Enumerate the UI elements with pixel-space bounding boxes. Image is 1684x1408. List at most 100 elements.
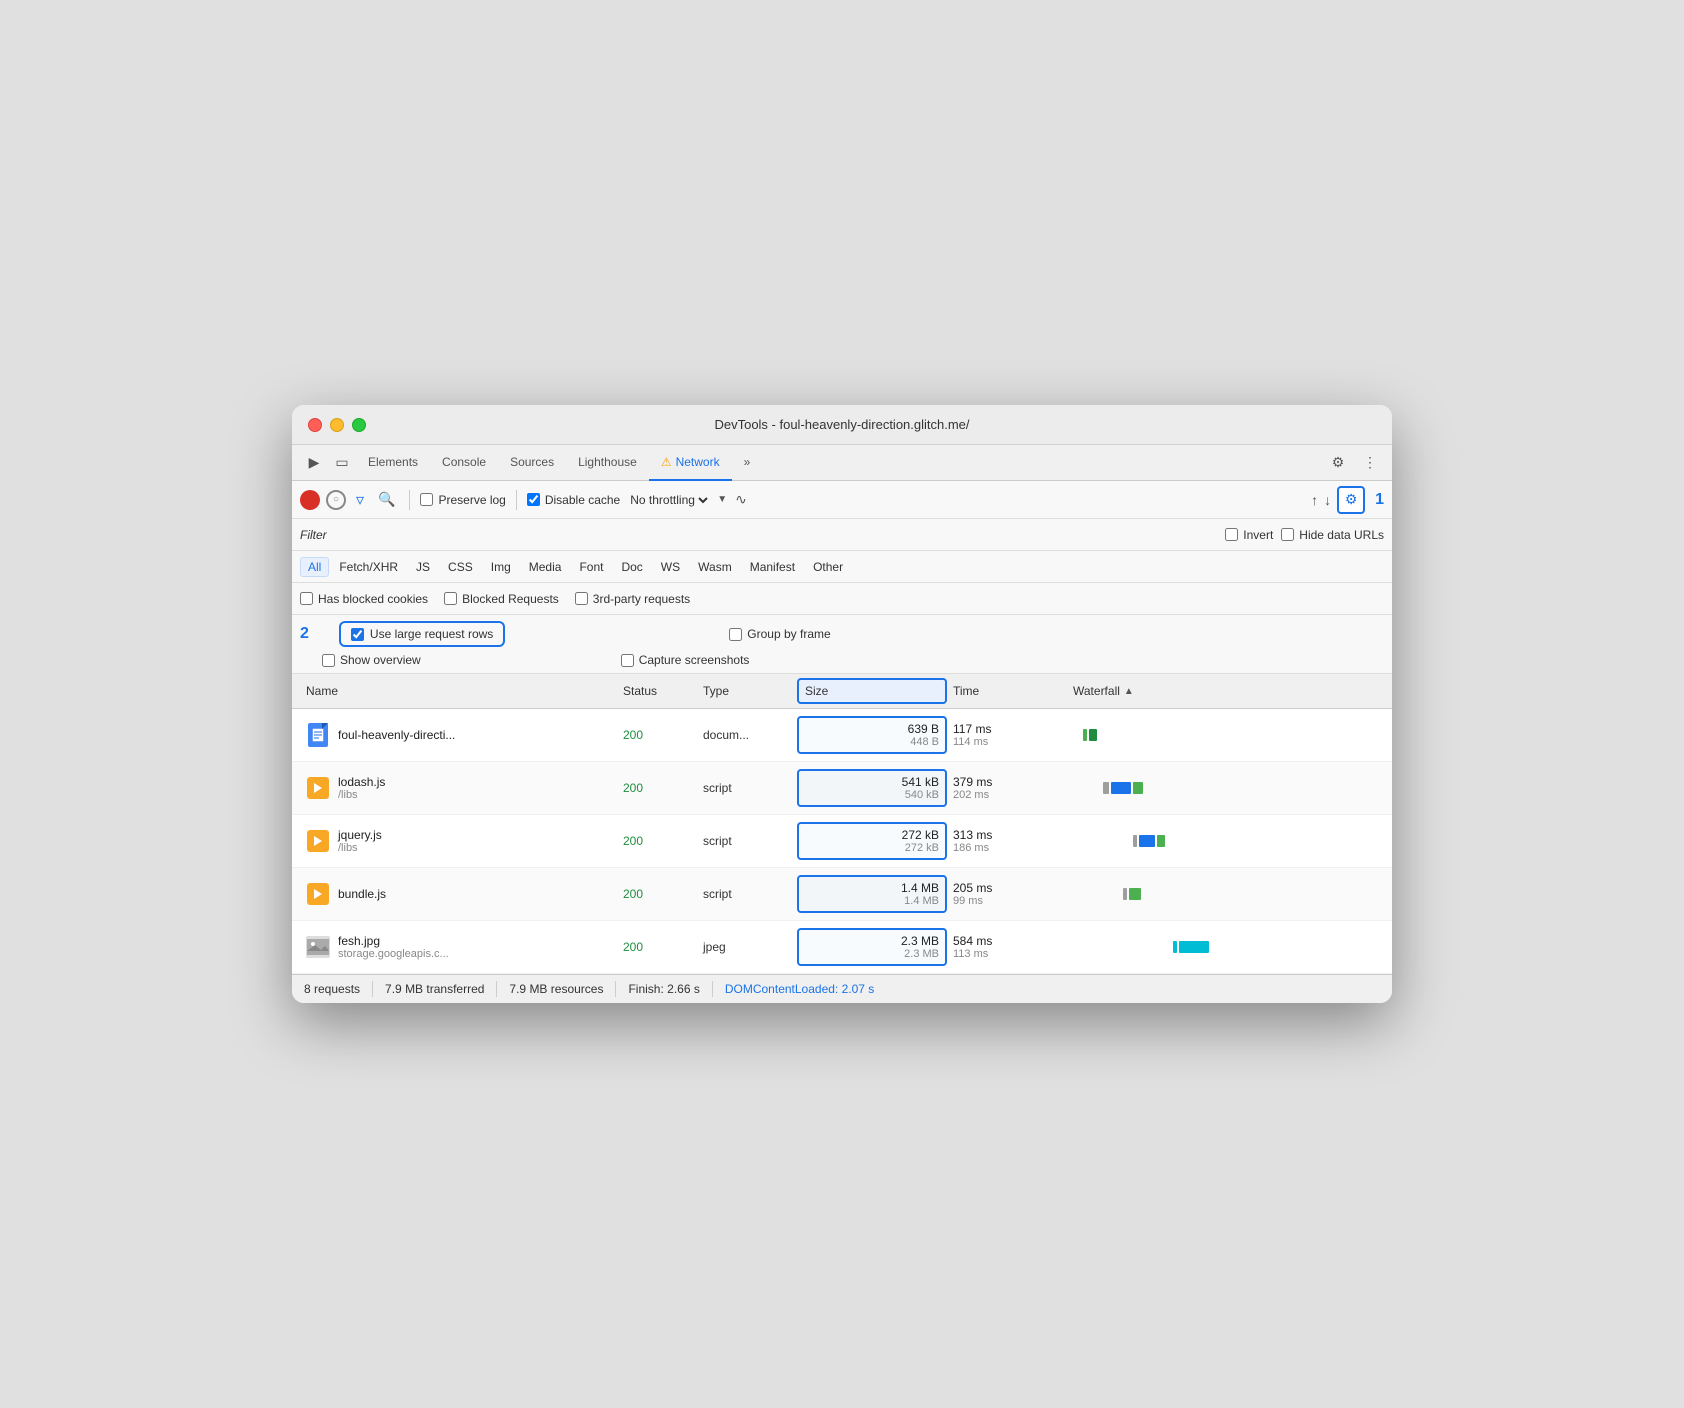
hide-data-urls-label[interactable]: Hide data URLs (1281, 528, 1384, 542)
close-button[interactable] (308, 418, 322, 432)
network-settings-button[interactable]: ⚙ (1337, 486, 1365, 514)
td-type: jpeg (697, 936, 797, 958)
cursor-icon[interactable]: ▶ (300, 449, 328, 477)
status-value: 200 (623, 728, 643, 742)
name-secondary: /libs (338, 842, 382, 854)
status-value: 200 (623, 834, 643, 848)
device-icon[interactable]: ▭ (328, 449, 356, 477)
td-waterfall (1067, 815, 1384, 867)
type-filter-other[interactable]: Other (805, 557, 851, 577)
type-filter-media[interactable]: Media (521, 557, 570, 577)
size-sub: 2.3 MB (904, 948, 939, 960)
size-lines: 272 kB 272 kB (805, 828, 939, 854)
use-large-rows-checkbox[interactable] (351, 628, 364, 641)
disable-cache-checkbox[interactable] (527, 493, 540, 506)
th-size[interactable]: Size (797, 678, 947, 704)
th-waterfall[interactable]: Waterfall ▲ (1067, 678, 1384, 704)
type-filter-manifest[interactable]: Manifest (742, 557, 803, 577)
tab-sources[interactable]: Sources (498, 445, 566, 481)
has-blocked-cookies-label[interactable]: Has blocked cookies (300, 592, 428, 606)
cookie-filters-bar: Has blocked cookies Blocked Requests 3rd… (292, 583, 1392, 615)
tab-more[interactable]: » (732, 445, 763, 481)
preserve-log-checkbox[interactable] (420, 493, 433, 506)
type-filter-all[interactable]: All (300, 557, 329, 577)
group-by-frame-label[interactable]: Group by frame (729, 627, 830, 641)
upload-icon[interactable]: ↑ (1311, 492, 1318, 508)
invert-label[interactable]: Invert (1225, 528, 1273, 542)
type-filter-css[interactable]: CSS (440, 557, 481, 577)
status-footer: 8 requests 7.9 MB transferred 7.9 MB res… (292, 974, 1392, 1003)
th-name[interactable]: Name (300, 678, 617, 704)
td-status: 200 (617, 830, 697, 852)
third-party-label[interactable]: 3rd-party requests (575, 592, 690, 606)
use-large-rows-label[interactable]: Use large request rows (339, 621, 505, 647)
invert-checkbox[interactable] (1225, 528, 1238, 541)
devtools-settings-icon[interactable]: ⚙ (1324, 449, 1352, 477)
name-primary: fesh.jpg (338, 934, 449, 948)
type-filter-ws[interactable]: WS (653, 557, 688, 577)
capture-screenshots-checkbox[interactable] (621, 654, 634, 667)
time-lines: 205 ms 99 ms (953, 881, 1061, 907)
name-primary: jquery.js (338, 828, 382, 842)
tab-lighthouse[interactable]: Lighthouse (566, 445, 649, 481)
th-status[interactable]: Status (617, 678, 697, 704)
record-button[interactable] (300, 490, 320, 510)
table-row[interactable]: lodash.js /libs 200 script 541 kB 540 kB… (292, 762, 1392, 815)
throttle-select[interactable]: No throttling (626, 492, 711, 508)
size-sub: 448 B (910, 736, 939, 748)
preserve-log-label[interactable]: Preserve log (420, 493, 505, 507)
sort-arrow-icon: ▲ (1124, 686, 1134, 697)
type-filter-doc[interactable]: Doc (613, 557, 650, 577)
maximize-button[interactable] (352, 418, 366, 432)
footer-finish: Finish: 2.66 s (628, 982, 699, 996)
tab-elements[interactable]: Elements (356, 445, 430, 481)
time-main: 313 ms (953, 828, 1061, 842)
td-size: 541 kB 540 kB (797, 769, 947, 807)
table-row[interactable]: foul-heavenly-directi... 200 docum... 63… (292, 709, 1392, 762)
type-filter-font[interactable]: Font (571, 557, 611, 577)
settings-panel: 2 Use large request rows Group by frame … (292, 615, 1392, 674)
tab-network[interactable]: ⚠ Network (649, 445, 732, 481)
file-icon (306, 723, 330, 747)
group-by-frame-checkbox[interactable] (729, 628, 742, 641)
blocked-requests-label[interactable]: Blocked Requests (444, 592, 559, 606)
td-status: 200 (617, 883, 697, 905)
name-text: fesh.jpg storage.googleapis.c... (338, 934, 449, 960)
name-primary: foul-heavenly-directi... (338, 728, 455, 742)
has-blocked-cookies-checkbox[interactable] (300, 592, 313, 605)
show-overview-label[interactable]: Show overview (322, 653, 421, 667)
footer-resources: 7.9 MB resources (509, 982, 603, 996)
show-overview-checkbox[interactable] (322, 654, 335, 667)
devtools-more-icon[interactable]: ⋮ (1356, 449, 1384, 477)
type-filter-fetch/xhr[interactable]: Fetch/XHR (331, 557, 406, 577)
table-row[interactable]: jquery.js /libs 200 script 272 kB 272 kB… (292, 815, 1392, 868)
time-lines: 117 ms 114 ms (953, 722, 1061, 748)
blocked-requests-checkbox[interactable] (444, 592, 457, 605)
table-row[interactable]: bundle.js 200 script 1.4 MB 1.4 MB 205 m… (292, 868, 1392, 921)
tab-console[interactable]: Console (430, 445, 498, 481)
size-lines: 639 B 448 B (805, 722, 939, 748)
badge-1: 1 (1375, 491, 1384, 509)
disable-cache-label[interactable]: Disable cache (527, 493, 620, 507)
td-name: foul-heavenly-directi... (300, 719, 617, 751)
hide-data-urls-checkbox[interactable] (1281, 528, 1294, 541)
type-filter-js[interactable]: JS (408, 557, 438, 577)
traffic-lights (308, 418, 366, 432)
capture-screenshots-label[interactable]: Capture screenshots (621, 653, 750, 667)
cancel-button[interactable]: ○ (326, 490, 346, 510)
th-time[interactable]: Time (947, 678, 1067, 704)
filter-icon[interactable]: ▿ (352, 488, 368, 512)
third-party-checkbox[interactable] (575, 592, 588, 605)
script-file-icon (307, 883, 329, 905)
table-row[interactable]: fesh.jpg storage.googleapis.c... 200 jpe… (292, 921, 1392, 974)
td-time: 379 ms 202 ms (947, 771, 1067, 805)
size-lines: 2.3 MB 2.3 MB (805, 934, 939, 960)
th-type[interactable]: Type (697, 678, 797, 704)
type-filter-wasm[interactable]: Wasm (690, 557, 740, 577)
minimize-button[interactable] (330, 418, 344, 432)
type-filter-img[interactable]: Img (483, 557, 519, 577)
search-icon[interactable]: 🔍 (374, 489, 399, 510)
td-status: 200 (617, 777, 697, 799)
file-icon (306, 882, 330, 906)
download-icon[interactable]: ↓ (1324, 492, 1331, 508)
